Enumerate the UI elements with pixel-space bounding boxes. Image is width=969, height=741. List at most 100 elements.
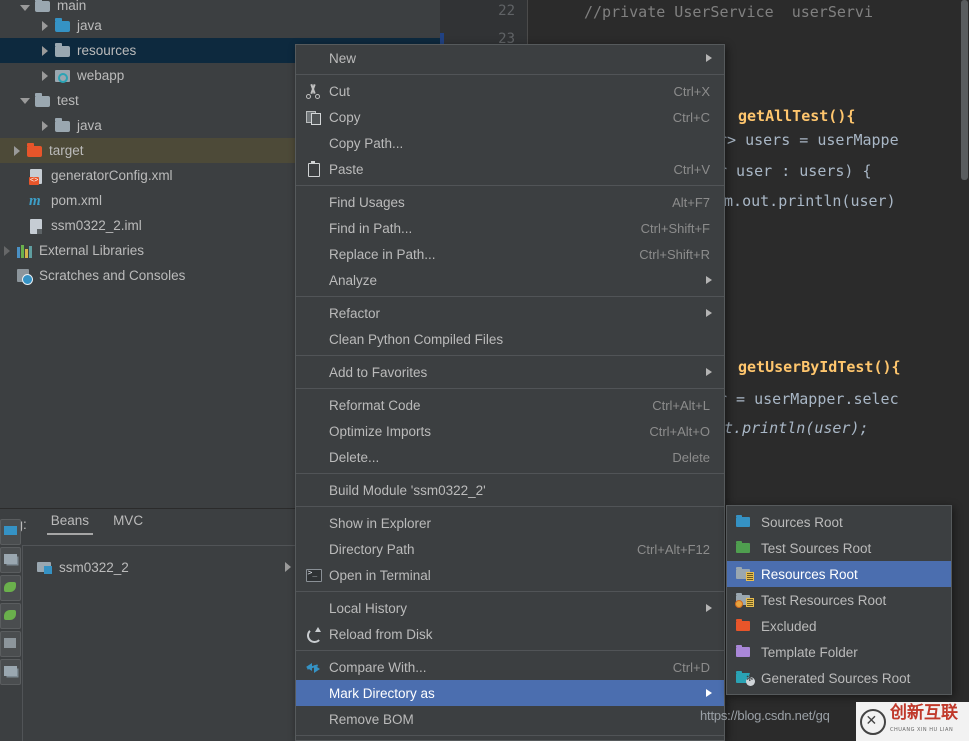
menu-item-label: Show in Explorer	[329, 515, 432, 531]
compare-icon	[305, 659, 321, 675]
menu-item-label: Find Usages	[329, 194, 405, 210]
code-line-method-getuserbyid: getUserByIdTest(){	[738, 358, 901, 376]
collapse-arrow-icon[interactable]	[20, 95, 31, 106]
folder-generated-icon	[736, 670, 755, 686]
menu-item-reload-from-disk[interactable]: Reload from Disk	[296, 621, 724, 647]
tab-mvc[interactable]: MVC	[113, 513, 143, 535]
mark-directory-as-submenu[interactable]: Sources Root Test Sources Root Resources…	[726, 505, 952, 695]
code-line-user-assign: r = userMapper.selec	[718, 390, 899, 408]
toolbar-button-project[interactable]	[0, 519, 21, 545]
submenu-item-generated-sources-root[interactable]: Generated Sources Root	[727, 665, 951, 691]
menu-item-copy[interactable]: Copy Ctrl+C	[296, 104, 724, 130]
submenu-item-test-resources-root[interactable]: Test Resources Root	[727, 587, 951, 613]
menu-item-delete[interactable]: Delete... Delete	[296, 444, 724, 470]
menu-item-label: Local History	[329, 600, 408, 616]
folder-blue-icon	[736, 514, 754, 529]
menu-item-optimize-imports[interactable]: Optimize Imports Ctrl+Alt+O	[296, 418, 724, 444]
menu-item-label: Compare With...	[329, 659, 427, 675]
chevron-right-icon	[706, 368, 712, 376]
menu-item-build-module[interactable]: Build Module 'ssm0322_2'	[296, 477, 724, 503]
menu-item-show-in-explorer[interactable]: Show in Explorer	[296, 510, 724, 536]
code-line-println: em.out.println(user)	[715, 192, 896, 210]
menu-item-find-usages[interactable]: Find Usages Alt+F7	[296, 189, 724, 215]
menu-item-label: Reformat Code	[329, 397, 421, 413]
folder-green-icon	[736, 540, 754, 555]
folder-excluded-icon	[27, 142, 43, 158]
site-logo: 创新互联 CHUANG XIN HU LIAN	[856, 702, 969, 741]
menu-shortcut: Ctrl+V	[673, 161, 710, 177]
menu-shortcut: Ctrl+Alt+F12	[637, 541, 710, 557]
toolbar-button-spring-config[interactable]	[0, 603, 21, 629]
menu-shortcut: Ctrl+X	[673, 83, 710, 99]
toolbar-button-spring-security[interactable]	[0, 575, 21, 601]
menu-item-mark-directory-as[interactable]: Mark Directory as	[296, 680, 724, 706]
reload-icon	[305, 626, 322, 643]
expand-arrow-icon[interactable]	[40, 45, 51, 56]
menu-separator	[296, 506, 724, 507]
menu-item-refactor[interactable]: Refactor	[296, 300, 724, 326]
menu-separator	[296, 74, 724, 75]
menu-item-paste[interactable]: Paste Ctrl+V	[296, 156, 724, 182]
menu-item-directory-path[interactable]: Directory Path Ctrl+Alt+F12	[296, 536, 724, 562]
menu-item-label: Reload from Disk	[329, 626, 433, 642]
context-menu[interactable]: New Cut Ctrl+X Copy Ctrl+C Copy Path... …	[295, 44, 725, 741]
submenu-item-sources-root[interactable]: Sources Root	[727, 509, 951, 535]
menu-item-remove-bom[interactable]: Remove BOM	[296, 706, 724, 732]
submenu-item-excluded[interactable]: Excluded	[727, 613, 951, 639]
menu-item-replace-in-path[interactable]: Replace in Path... Ctrl+Shift+R	[296, 241, 724, 267]
tree-row-main[interactable]: main	[0, 0, 440, 13]
expand-arrow-icon[interactable]	[12, 145, 23, 156]
menu-item-local-history[interactable]: Local History	[296, 595, 724, 621]
menu-item-add-to-favorites[interactable]: Add to Favorites	[296, 359, 724, 385]
menu-separator	[296, 650, 724, 651]
tree-label: target	[49, 143, 84, 158]
menu-item-analyze[interactable]: Analyze	[296, 267, 724, 293]
tree-label: generatorConfig.xml	[51, 168, 173, 183]
xml-file-icon	[29, 168, 45, 185]
folder-purple-icon	[736, 644, 754, 659]
toolbar-button-database[interactable]	[0, 631, 21, 657]
collapse-arrow-icon[interactable]	[20, 2, 31, 13]
menu-item-label: Delete...	[329, 449, 380, 465]
menu-item-label: Clean Python Compiled Files	[329, 331, 504, 347]
tree-label: main	[57, 0, 87, 13]
submenu-item-resources-root[interactable]: Resources Root	[727, 561, 951, 587]
menu-item-open-in-terminal[interactable]: Open in Terminal	[296, 562, 724, 588]
menu-item-find-in-path[interactable]: Find in Path... Ctrl+Shift+F	[296, 215, 724, 241]
menu-separator	[296, 735, 724, 736]
logo-text-sub: CHUANG XIN HU LIAN	[890, 726, 954, 733]
menu-item-new[interactable]: New	[296, 45, 724, 71]
paste-icon	[305, 161, 321, 177]
expand-arrow-icon[interactable]	[40, 20, 51, 31]
menu-item-cut[interactable]: Cut Ctrl+X	[296, 78, 724, 104]
expand-arrow-icon[interactable]	[2, 245, 13, 256]
submenu-item-test-sources-root[interactable]: Test Sources Root	[727, 535, 951, 561]
menu-item-label: Cut	[329, 83, 351, 99]
submenu-item-template-folder[interactable]: Template Folder	[727, 639, 951, 665]
expand-arrow-icon[interactable]	[285, 562, 291, 572]
menu-separator	[296, 591, 724, 592]
menu-item-copy-path[interactable]: Copy Path...	[296, 130, 724, 156]
toolbar-button-extra[interactable]	[0, 659, 21, 685]
menu-shortcut: Ctrl+Shift+F	[640, 220, 710, 236]
menu-item-clean-python-compiled-files[interactable]: Clean Python Compiled Files	[296, 326, 724, 352]
menu-shortcut: Ctrl+D	[672, 659, 710, 675]
submenu-item-label: Test Resources Root	[761, 592, 887, 608]
expand-arrow-icon[interactable]	[40, 70, 51, 81]
iml-file-icon	[29, 218, 45, 234]
toolbar-button-structure[interactable]	[0, 547, 21, 573]
spring-module-icon	[37, 560, 53, 574]
tree-row-java-main[interactable]: java	[0, 13, 440, 38]
expand-arrow-icon[interactable]	[40, 120, 51, 131]
menu-item-label: Analyze	[329, 272, 378, 288]
tool-window-button-bar[interactable]	[0, 519, 22, 741]
spring-bean-label: ssm0322_2	[59, 559, 129, 575]
tab-beans[interactable]: Beans	[46, 513, 94, 535]
copy-icon	[305, 109, 321, 125]
menu-item-reformat-code[interactable]: Reformat Code Ctrl+Alt+L	[296, 392, 724, 418]
editor-scrollbar-thumb[interactable]	[961, 0, 968, 180]
menu-item-compare-with[interactable]: Compare With... Ctrl+D	[296, 654, 724, 680]
menu-item-label: Copy	[329, 109, 361, 125]
code-line-foreach: r user : users) {	[718, 162, 872, 180]
tree-label: webapp	[77, 68, 125, 83]
